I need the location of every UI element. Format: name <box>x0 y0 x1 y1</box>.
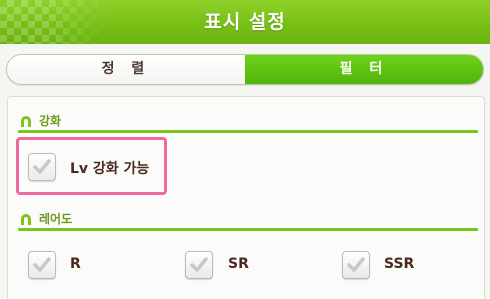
section-rarity-title: 레어도 <box>39 212 73 226</box>
tab-filter[interactable]: 필 터 <box>245 55 483 84</box>
rarity-ssr-label: SSR <box>384 256 415 272</box>
checkmark-icon <box>190 257 208 272</box>
section-divider <box>18 228 478 231</box>
title-bar: 표시 설정 <box>0 0 490 44</box>
checkmark-icon <box>347 257 365 272</box>
filter-content: 강화 Lv 강화 가능 레어도 R SR SSR <box>7 96 485 299</box>
rarity-r-label: R <box>70 256 81 272</box>
page-title: 표시 설정 <box>204 11 286 33</box>
horseshoe-icon <box>21 214 31 225</box>
rarity-sr-checkbox[interactable] <box>185 251 213 279</box>
focus-highlight <box>16 137 167 195</box>
section-enhance-title: 강화 <box>39 114 62 128</box>
rarity-ssr-checkbox[interactable] <box>342 251 370 279</box>
section-enhance-header: 강화 <box>8 109 484 133</box>
rarity-r-checkbox[interactable] <box>28 251 56 279</box>
tab-bar: 정 렬 필 터 <box>7 55 483 84</box>
horseshoe-icon <box>21 116 31 127</box>
section-rarity-header: 레어도 <box>8 207 484 231</box>
rarity-sr-label: SR <box>228 256 249 272</box>
section-divider <box>18 130 478 133</box>
tab-sort[interactable]: 정 렬 <box>7 55 245 84</box>
checkmark-icon <box>33 257 51 272</box>
